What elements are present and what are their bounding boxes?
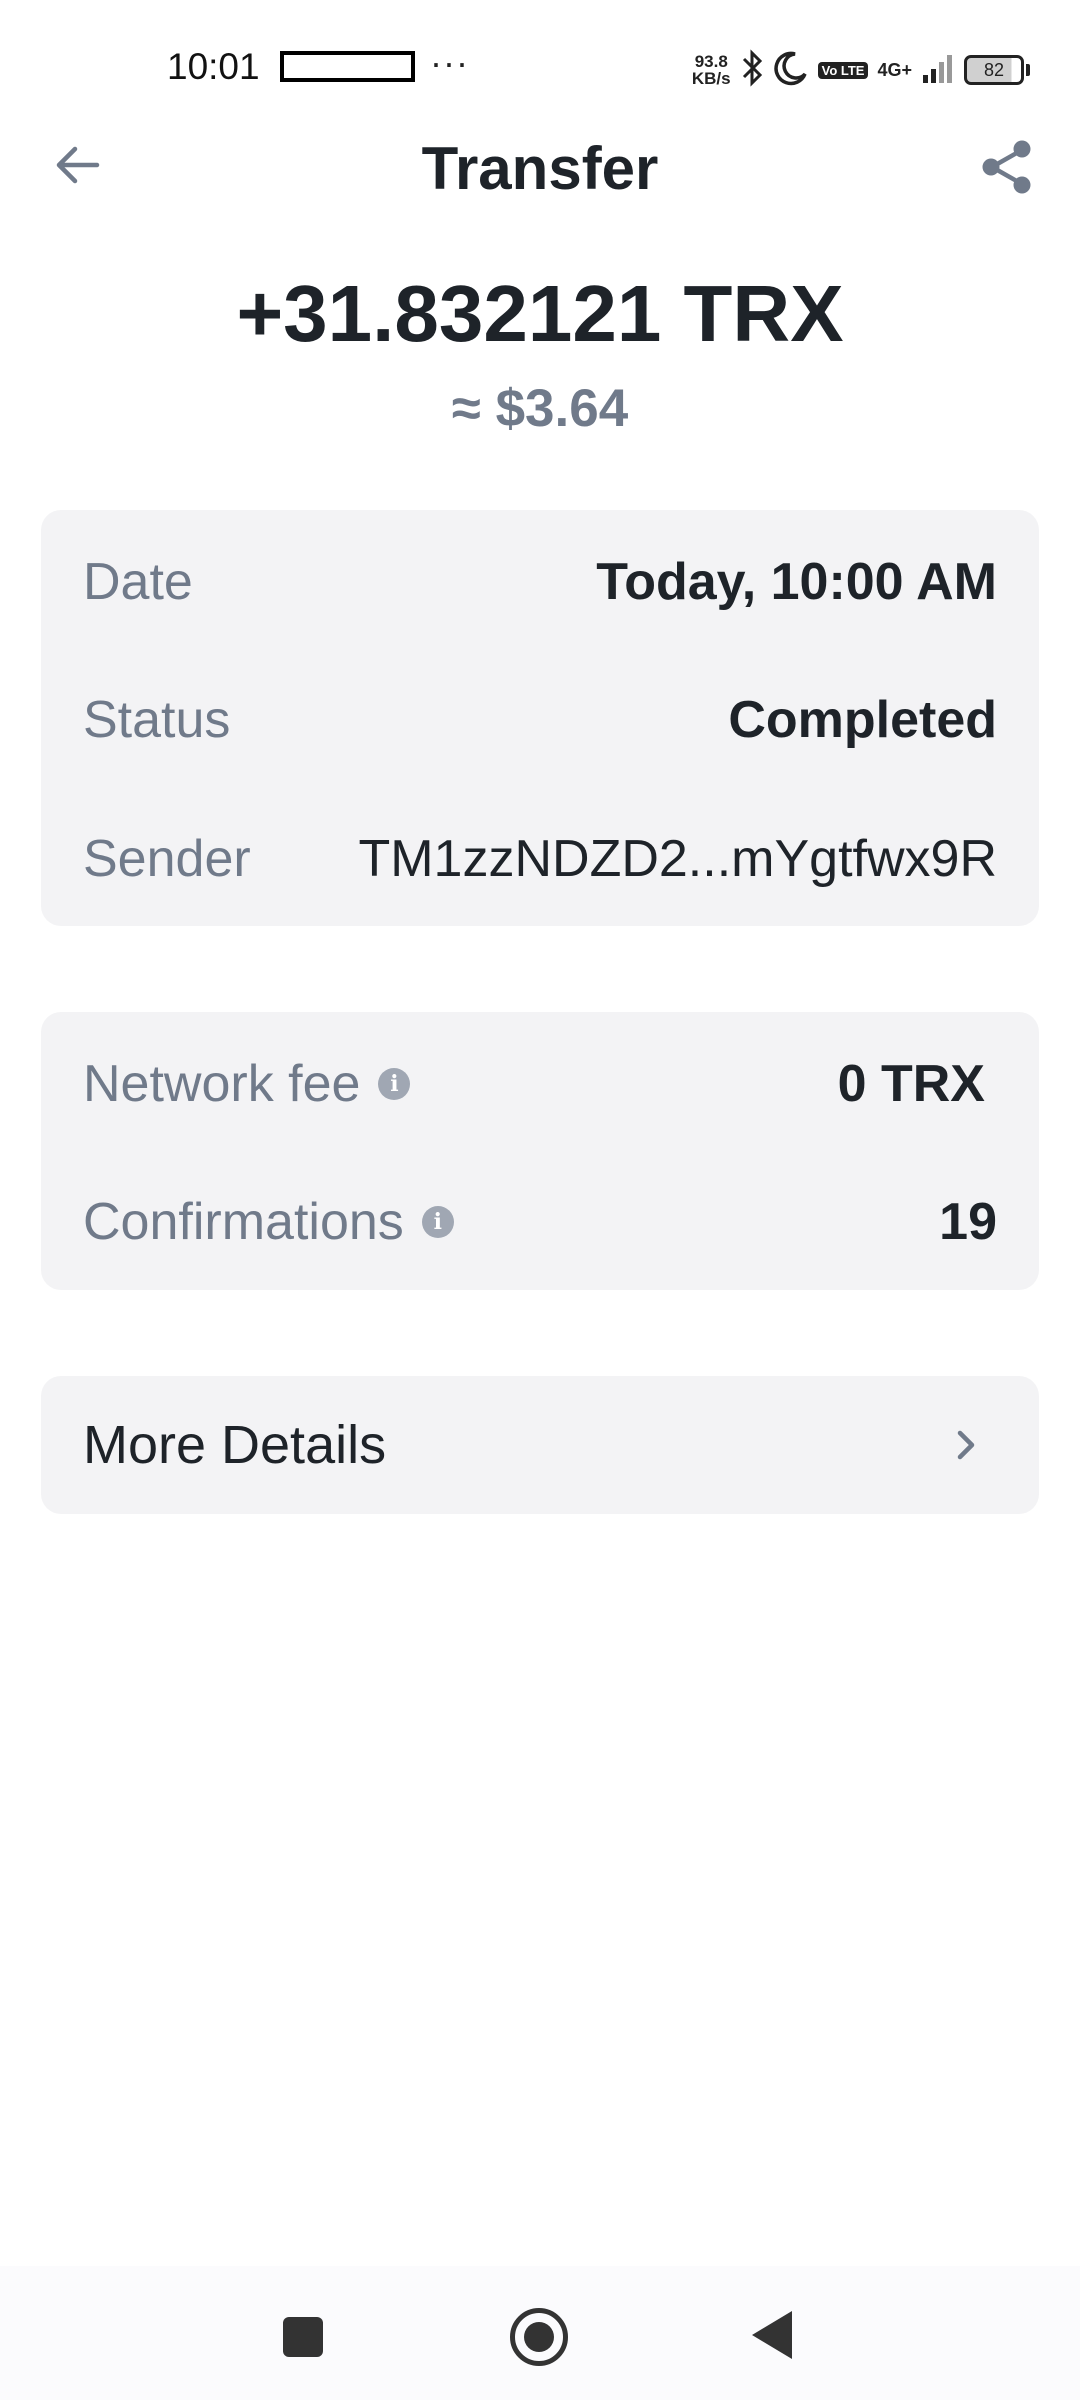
more-details-label: More Details xyxy=(83,1415,387,1475)
more-details-button[interactable]: More Details xyxy=(41,1376,1039,1514)
battery-tip xyxy=(1026,64,1030,76)
system-back-button[interactable] xyxy=(752,2311,792,2359)
moon-icon xyxy=(773,50,809,91)
status-icons: 93.8 KB/s Vo LTE 4G+ 82 xyxy=(692,48,1030,92)
detail-label: Sender xyxy=(83,830,251,888)
confirmations-label: Confirmations xyxy=(83,1193,404,1251)
home-icon xyxy=(524,2322,554,2352)
network-speed: 93.8 KB/s xyxy=(692,53,731,87)
status-value: Completed xyxy=(728,691,997,749)
recents-button[interactable] xyxy=(283,2317,323,2357)
detail-row-sender: Sender TM1zzNDZD2...mYgtfwx9R xyxy=(83,819,997,899)
fee-label: Confirmations i xyxy=(83,1192,454,1252)
app-header: Transfer xyxy=(0,120,1080,210)
home-button[interactable] xyxy=(510,2308,568,2366)
detail-value: Today, 10:00 AM xyxy=(596,553,997,611)
signal-icon xyxy=(921,53,955,88)
confirmations-value: 19 xyxy=(939,1193,997,1251)
sender-address[interactable]: TM1zzNDZD2...mYgtfwx9R xyxy=(358,829,997,889)
battery-level: 82 xyxy=(964,55,1024,85)
speed-unit: KB/s xyxy=(691,69,731,88)
detail-row-status: Status Completed xyxy=(83,680,997,760)
speed-value: 93.8 xyxy=(694,52,728,71)
info-icon[interactable]: i xyxy=(421,1206,454,1238)
system-nav-bar xyxy=(0,2266,1080,2400)
status-time: 10:01 xyxy=(167,46,260,87)
battery-icon: 82 xyxy=(964,55,1030,85)
fee-card: Network fee i 0 TRX Confirmations i 19 xyxy=(41,1012,1039,1290)
network-type: 4G+ xyxy=(877,59,912,80)
detail-label: Date xyxy=(83,553,193,611)
detail-row-date: Date Today, 10:00 AM xyxy=(83,542,997,622)
network-fee-label: Network fee xyxy=(83,1055,361,1113)
status-bar: 10:01 ··· 93.8 KB/s Vo LTE 4G+ 82 xyxy=(0,0,1080,130)
share-icon xyxy=(982,140,1031,194)
share-button[interactable] xyxy=(972,132,1042,202)
fee-row-network-fee: Network fee i 0 TRX xyxy=(83,1044,997,1124)
more-notifications-icon: ··· xyxy=(430,42,469,83)
info-icon[interactable]: i xyxy=(378,1068,411,1100)
redacted-block xyxy=(280,51,415,82)
fee-label: Network fee i xyxy=(83,1054,411,1114)
fiat-equivalent: ≈ $3.64 xyxy=(451,379,629,438)
bluetooth-icon xyxy=(740,48,764,92)
transaction-details-card: Date Today, 10:00 AM Status Completed Se… xyxy=(41,510,1039,926)
network-fee-value: 0 TRX xyxy=(837,1055,985,1113)
transfer-amount: +31.832121 TRX xyxy=(236,269,844,358)
detail-label: Status xyxy=(83,691,231,749)
page-title: Transfer xyxy=(421,135,659,202)
chevron-right-icon xyxy=(947,1420,987,1470)
volte-badge: Vo LTE xyxy=(817,61,869,79)
fee-row-confirmations: Confirmations i 19 xyxy=(83,1182,997,1262)
